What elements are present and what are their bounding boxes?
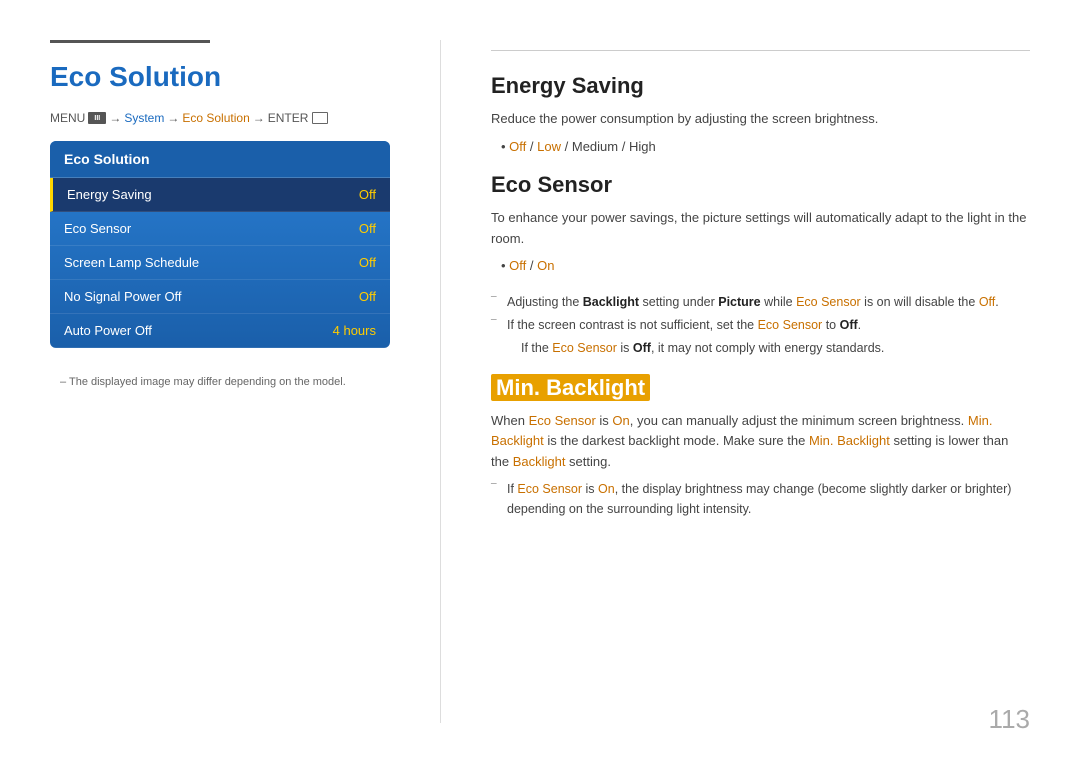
page-number: 113 [989, 704, 1030, 735]
top-divider [50, 40, 210, 43]
system-link: System [124, 111, 164, 125]
footnote: The displayed image may differ depending… [50, 376, 390, 388]
min-backlight-note: If Eco Sensor is On, the display brightn… [491, 479, 1030, 519]
right-column: Energy Saving Reduce the power consumpti… [491, 40, 1030, 723]
arrow-1: → [109, 111, 121, 125]
eco-sensor-subnote: If the Eco Sensor is Off, it may not com… [491, 338, 1030, 358]
energy-saving-section: Energy Saving Reduce the power consumpti… [491, 73, 1030, 172]
menu-label: MENU [50, 111, 85, 125]
eco-sensor-section: Eco Sensor To enhance your power savings… [491, 172, 1030, 361]
menu-item-screen-lamp[interactable]: Screen Lamp Schedule Off [50, 246, 390, 280]
arrow-3: → [253, 111, 265, 125]
menu-item-label: Screen Lamp Schedule [64, 255, 199, 270]
eco-solution-link: Eco Solution [182, 111, 249, 125]
menu-item-label: Energy Saving [67, 187, 152, 202]
option-low: Low [537, 139, 561, 154]
eco-sensor-title: Eco Sensor [491, 172, 1030, 198]
menu-item-no-signal[interactable]: No Signal Power Off Off [50, 280, 390, 314]
energy-saving-options: Off / Low / Medium / High [501, 136, 1030, 158]
energy-saving-title: Energy Saving [491, 73, 1030, 99]
menu-item-label: No Signal Power Off [64, 289, 182, 304]
enter-label: ENTER [268, 111, 309, 125]
eco-sensor-note1: Adjusting the Backlight setting under Pi… [491, 292, 1030, 312]
menu-item-value: 4 hours [333, 323, 376, 338]
menu-item-eco-sensor[interactable]: Eco Sensor Off [50, 212, 390, 246]
energy-saving-option: Off / Low / Medium / High [501, 136, 1030, 158]
min-backlight-section: Min. Backlight When Eco Sensor is On, yo… [491, 375, 1030, 522]
min-backlight-title-wrapper: Min. Backlight [491, 375, 1030, 401]
menu-item-value: Off [359, 221, 376, 236]
menu-icon: III [88, 112, 106, 124]
top-right-divider [491, 50, 1030, 51]
option-sep2: / [565, 139, 572, 154]
eco-sensor-options: Off / On [501, 255, 1030, 277]
arrow-2: → [167, 111, 179, 125]
menu-item-label: Eco Sensor [64, 221, 131, 236]
left-column: Eco Solution MENU III → System → Eco Sol… [50, 40, 390, 723]
menu-item-label: Auto Power Off [64, 323, 152, 338]
eco-on: On [537, 258, 554, 273]
menu-item-value: Off [359, 187, 376, 202]
eco-sensor-option: Off / On [501, 255, 1030, 277]
enter-icon [312, 112, 328, 124]
eco-sensor-note2: If the screen contrast is not sufficient… [491, 315, 1030, 335]
option-off: Off [509, 139, 526, 154]
menu-item-auto-power[interactable]: Auto Power Off 4 hours [50, 314, 390, 348]
vertical-divider [440, 40, 441, 723]
option-high: High [629, 139, 656, 154]
eco-solution-box: Eco Solution Energy Saving Off Eco Senso… [50, 141, 390, 348]
menu-path: MENU III → System → Eco Solution → ENTER [50, 111, 390, 125]
menu-item-value: Off [359, 289, 376, 304]
menu-item-energy-saving[interactable]: Energy Saving Off [50, 178, 390, 212]
eco-box-title: Eco Solution [50, 141, 390, 178]
min-backlight-title: Min. Backlight [491, 374, 650, 401]
eco-sensor-description: To enhance your power savings, the pictu… [491, 208, 1030, 250]
page-title: Eco Solution [50, 61, 390, 93]
menu-item-value: Off [359, 255, 376, 270]
energy-saving-description: Reduce the power consumption by adjustin… [491, 109, 1030, 130]
min-backlight-description: When Eco Sensor is On, you can manually … [491, 411, 1030, 473]
eco-off: Off [509, 258, 526, 273]
option-medium: Medium [572, 139, 618, 154]
option-sep3: / [622, 139, 629, 154]
